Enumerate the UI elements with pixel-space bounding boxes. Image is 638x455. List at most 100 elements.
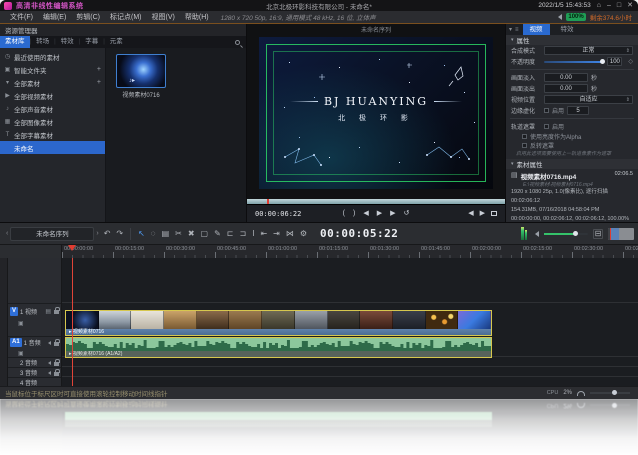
clip-thumbnail-image[interactable]: ♪▸ (116, 54, 166, 88)
opacity-value-input[interactable]: 100 (607, 57, 622, 66)
close-button[interactable]: ✕ (627, 1, 633, 10)
menu-help[interactable]: 帮助(H) (185, 12, 209, 22)
text-tool-icon[interactable]: I (252, 227, 254, 241)
goto-out-button[interactable]: ▶ (480, 209, 485, 219)
sequence-tab[interactable]: 未命名序列 (10, 227, 94, 241)
tree-item-all-audio[interactable]: ♪ 全部声音素材 (0, 102, 105, 115)
snap-tool-icon[interactable]: ⋈ (286, 227, 294, 241)
minimize-button[interactable]: – (607, 1, 611, 10)
audio4-track-header[interactable]: 4 音频 (8, 377, 61, 386)
search-icon[interactable] (235, 40, 240, 45)
pen-tool-icon[interactable]: ✎ (214, 227, 221, 241)
speaker-icon[interactable] (555, 14, 562, 20)
waveform-icon[interactable]: ▣ (18, 350, 24, 357)
track-content-area[interactable]: ▸ 视频素材0716 ▸ 视频素材0716 (A1/A2) (62, 258, 638, 386)
settings-icon[interactable]: ⚙ (300, 227, 307, 241)
section-clip-properties-header[interactable]: ▾ 素材属性 (506, 159, 638, 169)
menu-icon[interactable]: ≡ (515, 27, 519, 33)
prev-frame-button[interactable]: ◀ (363, 209, 368, 219)
mark-out-button[interactable]: ) (353, 209, 355, 219)
timeline-ruler[interactable]: 00:00:00:00 00:00:15:00 00:00:30:00 00:0… (0, 244, 638, 258)
audio3-track-header[interactable]: 3 音频 (8, 367, 61, 377)
goto-in-button[interactable]: ◀ (468, 209, 473, 219)
invert-matte-checkbox[interactable] (522, 143, 527, 148)
menu-marker[interactable]: 标记点(M) (110, 12, 142, 22)
track-collapse-strip[interactable] (0, 258, 8, 386)
next-frame-button[interactable]: ▶ (390, 209, 395, 219)
home-icon[interactable]: ⌂ (597, 1, 601, 10)
razor-tool-icon[interactable]: ✂ (175, 227, 182, 241)
tab-effects[interactable]: 特效 (56, 36, 79, 48)
section-properties-header[interactable]: ▾ 属性 (506, 35, 638, 45)
play-button[interactable]: ▶ (377, 209, 382, 219)
speaker-icon[interactable] (46, 341, 51, 345)
keyframe-icon[interactable]: ◇ (628, 58, 633, 65)
tree-item-all-image[interactable]: ▦ 全部图像素材 (0, 115, 105, 128)
speaker-icon[interactable] (46, 361, 51, 365)
sequence-prev-icon[interactable]: ‹ (6, 230, 8, 237)
feather-value-input[interactable]: 5 (567, 106, 589, 115)
clip-tool-icon[interactable]: ▤ (162, 227, 170, 241)
tab-video-properties[interactable]: 视频 (523, 24, 550, 35)
undo-icon[interactable]: ↶ (104, 227, 111, 241)
tab-material-library[interactable]: 素材库 (0, 36, 30, 48)
maximize-button[interactable]: □ (617, 1, 621, 10)
opacity-slider[interactable] (544, 61, 604, 63)
lock-icon[interactable] (54, 372, 59, 376)
cursor-tool-icon[interactable]: ↖ (138, 227, 145, 241)
lock-icon[interactable] (54, 362, 59, 366)
goto-end-icon[interactable]: ⇥ (273, 227, 280, 241)
lock-icon[interactable] (54, 310, 59, 314)
speaker-icon[interactable] (532, 231, 539, 237)
timeline-playhead[interactable] (72, 258, 73, 386)
playhead-marker[interactable] (68, 245, 76, 255)
redo-icon[interactable]: ↷ (116, 227, 123, 241)
audio2-track-header[interactable]: 2 音频 (8, 357, 61, 367)
monitor-icon[interactable]: ▣ (18, 320, 24, 327)
menu-edit[interactable]: 编辑(E) (43, 12, 66, 22)
luma-alpha-checkbox[interactable] (522, 134, 527, 139)
menu-clip[interactable]: 剪辑(C) (76, 12, 100, 22)
film-icon[interactable]: ▤ (45, 308, 51, 315)
audio1-track-header[interactable]: A1 1 音频 (8, 336, 61, 348)
fullscreen-button[interactable] (491, 211, 497, 216)
video-position-select[interactable]: 自适应 ⇕ (544, 95, 633, 104)
add-icon[interactable]: + (97, 66, 101, 73)
marquee-tool-icon[interactable]: ▢ (201, 227, 209, 241)
lasso-tool-icon[interactable]: ◌ (151, 227, 156, 241)
menu-view[interactable]: 视图(V) (152, 12, 175, 22)
audio-clip[interactable]: ▸ 视频素材0716 (A1/A2) (65, 337, 492, 358)
tree-item-recent[interactable]: ◷ 最近使用的素材 (0, 50, 105, 63)
tree-item-untitled[interactable]: 未命名 (0, 141, 105, 154)
tree-item-smart-folder[interactable]: ▣ 智能文件夹 + (0, 63, 105, 76)
sequence-next-icon[interactable]: › (96, 230, 98, 237)
zoom-out-button[interactable]: ⊟ (593, 229, 603, 239)
menu-file[interactable]: 文件(F) (10, 12, 33, 22)
monitor-volume-slider[interactable] (590, 392, 630, 394)
loop-button[interactable]: ↺ (403, 209, 409, 219)
timeline-minimap[interactable] (608, 228, 634, 240)
collapse-icon[interactable]: ▾ (509, 26, 512, 33)
video-clip[interactable]: ▸ 视频素材0716 (65, 310, 492, 336)
lock-icon[interactable] (54, 342, 59, 346)
tab-titles[interactable]: 字幕 (80, 36, 103, 48)
mark-in-button[interactable]: ( (343, 209, 345, 219)
fade-out-input[interactable]: 0.00 (544, 84, 588, 93)
blend-mode-select[interactable]: 正常 ⇕ (544, 46, 633, 55)
headphones-icon[interactable] (577, 391, 585, 396)
ruler-scale[interactable]: 00:00:00:00 00:00:15:00 00:00:30:00 00:0… (62, 245, 638, 259)
trim-out-tool-icon[interactable]: ⊐ (240, 227, 247, 241)
matte-enable-checkbox[interactable] (544, 124, 549, 129)
goto-start-icon[interactable]: ⇤ (260, 227, 267, 241)
fade-in-input[interactable]: 0.00 (544, 73, 588, 82)
tab-transitions[interactable]: 转场 (31, 36, 54, 48)
tab-elements[interactable]: 元素 (105, 36, 128, 48)
tree-item-all-video[interactable]: ▶ 全部视频素材 (0, 89, 105, 102)
add-icon[interactable]: + (97, 79, 101, 86)
delete-tool-icon[interactable]: ✖ (188, 227, 195, 241)
speaker-icon[interactable] (46, 371, 51, 375)
tree-item-all-subtitle[interactable]: T 全部字幕素材 (0, 128, 105, 141)
volume-slider[interactable] (544, 233, 588, 235)
trim-in-tool-icon[interactable]: ⊏ (227, 227, 234, 241)
feather-enable-checkbox[interactable] (544, 108, 549, 113)
